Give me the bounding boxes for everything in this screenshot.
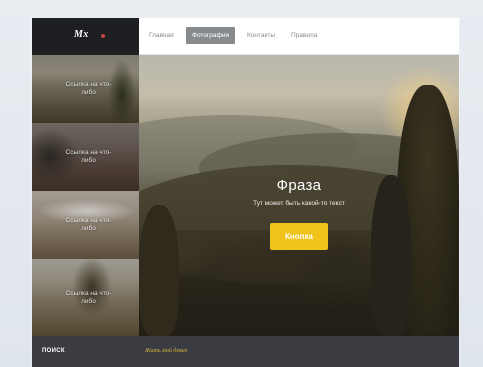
top-nav: Главная Фотографии Контакты Правила (139, 18, 459, 55)
logo[interactable]: Mx (74, 29, 89, 40)
hero-subtitle: Тут может быть какой-то текст (253, 200, 345, 207)
nav-item-photos[interactable]: Фотографии (186, 27, 236, 44)
hero-banner: Фраза Тут может быть какой-то текст Кноп… (139, 55, 459, 336)
nav-item-contacts[interactable]: Контакты (247, 32, 275, 39)
sidebar-item-caption[interactable]: Ссылка на что-либо (59, 149, 119, 165)
footer: ПОИСК Жить мой девиз (32, 336, 459, 367)
site-frame: Mx Ссылка на что-либо Ссылка на что-либо… (32, 18, 459, 367)
hero-cta-button[interactable]: Кнопка (270, 223, 328, 250)
sidebar-item-caption[interactable]: Ссылка на что-либо (59, 217, 119, 233)
nav-item-rules[interactable]: Правила (291, 32, 317, 39)
sidebar-item-1[interactable]: Ссылка на что-либо (32, 55, 139, 123)
sidebar-item-2[interactable]: Ссылка на что-либо (32, 123, 139, 191)
nav-item-home[interactable]: Главная (149, 32, 174, 39)
footer-search-label[interactable]: ПОИСК (42, 348, 65, 354)
hero-tree (139, 205, 179, 336)
sidebar-item-4[interactable]: Ссылка на что-либо (32, 259, 139, 336)
sidebar-item-caption[interactable]: Ссылка на что-либо (59, 290, 119, 306)
sidebar-item-3[interactable]: Ссылка на что-либо (32, 191, 139, 259)
sidebar: Mx Ссылка на что-либо Ссылка на что-либо… (32, 18, 139, 336)
logo-bar[interactable]: Mx (32, 18, 139, 55)
footer-tagline: Жить мой девиз (145, 348, 188, 354)
hero-tree (371, 175, 411, 335)
hero-title: Фраза (276, 177, 322, 194)
logo-dot-icon (101, 34, 105, 38)
sidebar-item-caption[interactable]: Ссылка на что-либо (59, 81, 119, 97)
